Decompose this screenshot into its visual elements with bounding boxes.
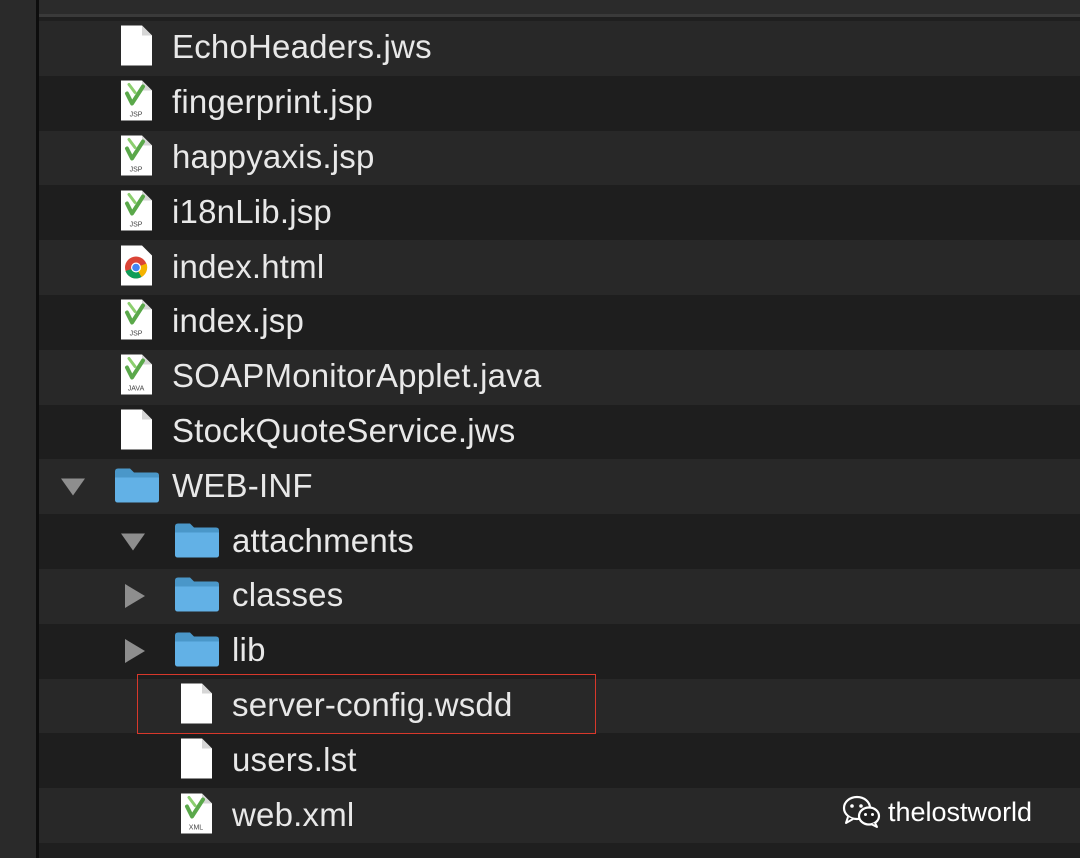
watermark: thelostworld	[842, 792, 1032, 832]
jsp-file-icon: JSP	[119, 189, 153, 236]
jsp-file-icon-graphic: JSP	[121, 299, 152, 340]
item-name: StockQuoteService.jws	[172, 412, 516, 450]
xml-file-icon: XML	[179, 792, 213, 839]
item-name: i18nLib.jsp	[172, 193, 332, 231]
left-gutter	[0, 0, 36, 858]
jsp-file-icon-graphic: JSP	[121, 80, 152, 121]
item-name: WEB-INF	[172, 467, 313, 505]
document-icon	[179, 737, 213, 784]
file-row[interactable]: JAVA SOAPMonitorApplet.java	[39, 349, 1080, 405]
document-icon	[179, 682, 213, 729]
item-name: index.jsp	[172, 302, 305, 340]
folder-row[interactable]: WEB-INF	[39, 459, 1080, 515]
file-row[interactable]: users.lst	[39, 733, 1080, 789]
item-name: SOAPMonitorApplet.java	[172, 357, 542, 395]
jsp-file-icon-graphic: JSP	[121, 135, 152, 176]
disclosure-triangle-collapsed-icon[interactable]	[125, 639, 145, 664]
document-icon	[119, 408, 153, 455]
item-name: lib	[232, 631, 266, 669]
top-strip	[39, 0, 1080, 17]
folder-icon	[114, 465, 160, 508]
xml-file-icon-graphic: XML	[181, 793, 212, 834]
file-row[interactable]: EchoHeaders.jws	[39, 21, 1080, 76]
folder-row[interactable]: classes	[39, 568, 1080, 624]
item-name: classes	[232, 576, 344, 614]
svg-text:JSP: JSP	[130, 221, 143, 228]
item-name: server-config.wsdd	[232, 686, 513, 724]
file-row[interactable]: JSP index.jsp	[39, 294, 1080, 350]
chrome-html-icon-graphic	[121, 245, 152, 286]
file-row[interactable]: JSP fingerprint.jsp	[39, 75, 1080, 131]
svg-text:JSP: JSP	[130, 112, 143, 119]
java-file-icon: JAVA	[119, 354, 153, 401]
chrome-html-icon	[119, 244, 153, 291]
disclosure-triangle-collapsed-icon[interactable]	[125, 584, 145, 609]
item-name: web.xml	[232, 795, 355, 833]
file-row[interactable]: JSP i18nLib.jsp	[39, 185, 1080, 241]
svg-text:JAVA: JAVA	[128, 386, 145, 393]
disclosure-triangle-expanded-icon[interactable]	[121, 533, 145, 551]
item-name: users.lst	[232, 740, 357, 778]
folder-icon	[174, 520, 220, 563]
folder-icon-graphic	[175, 577, 219, 612]
document-icon-graphic	[181, 683, 212, 724]
item-name: happyaxis.jsp	[172, 138, 375, 176]
folder-row[interactable]: attachments	[39, 514, 1080, 569]
folder-icon	[174, 575, 220, 618]
item-name: attachments	[232, 521, 414, 559]
folder-icon-graphic	[175, 523, 219, 558]
file-row[interactable]: index.html	[39, 240, 1080, 295]
folder-icon-graphic	[175, 632, 219, 667]
svg-text:JSP: JSP	[130, 331, 143, 338]
file-row[interactable]: server-config.wsdd	[39, 678, 1080, 734]
document-icon-graphic	[121, 409, 152, 450]
disclosure-triangle-expanded-icon[interactable]	[61, 478, 85, 496]
item-name: fingerprint.jsp	[172, 83, 374, 121]
document-icon-graphic	[181, 738, 212, 779]
file-list: EchoHeaders.jws JSP fingerprint.jsp JSP happ…	[39, 21, 1080, 858]
file-row[interactable]: JSP happyaxis.jsp	[39, 130, 1080, 186]
item-name: EchoHeaders.jws	[172, 28, 432, 66]
watermark-text: thelostworld	[888, 796, 1033, 827]
document-icon	[119, 25, 153, 72]
svg-text:XML: XML	[189, 824, 204, 831]
folder-icon-graphic	[115, 468, 159, 503]
jsp-file-icon: JSP	[119, 80, 153, 127]
item-name: index.html	[172, 247, 325, 285]
java-file-icon-graphic: JAVA	[121, 354, 152, 395]
wechat-icon	[842, 795, 881, 828]
svg-text:JSP: JSP	[130, 166, 143, 173]
jsp-file-icon: JSP	[119, 134, 153, 181]
jsp-file-icon: JSP	[119, 299, 153, 346]
jsp-file-icon-graphic: JSP	[121, 190, 152, 231]
folder-icon	[174, 630, 220, 673]
file-row[interactable]: StockQuoteService.jws	[39, 404, 1080, 460]
document-icon-graphic	[121, 25, 152, 66]
folder-row[interactable]: lib	[39, 623, 1080, 679]
